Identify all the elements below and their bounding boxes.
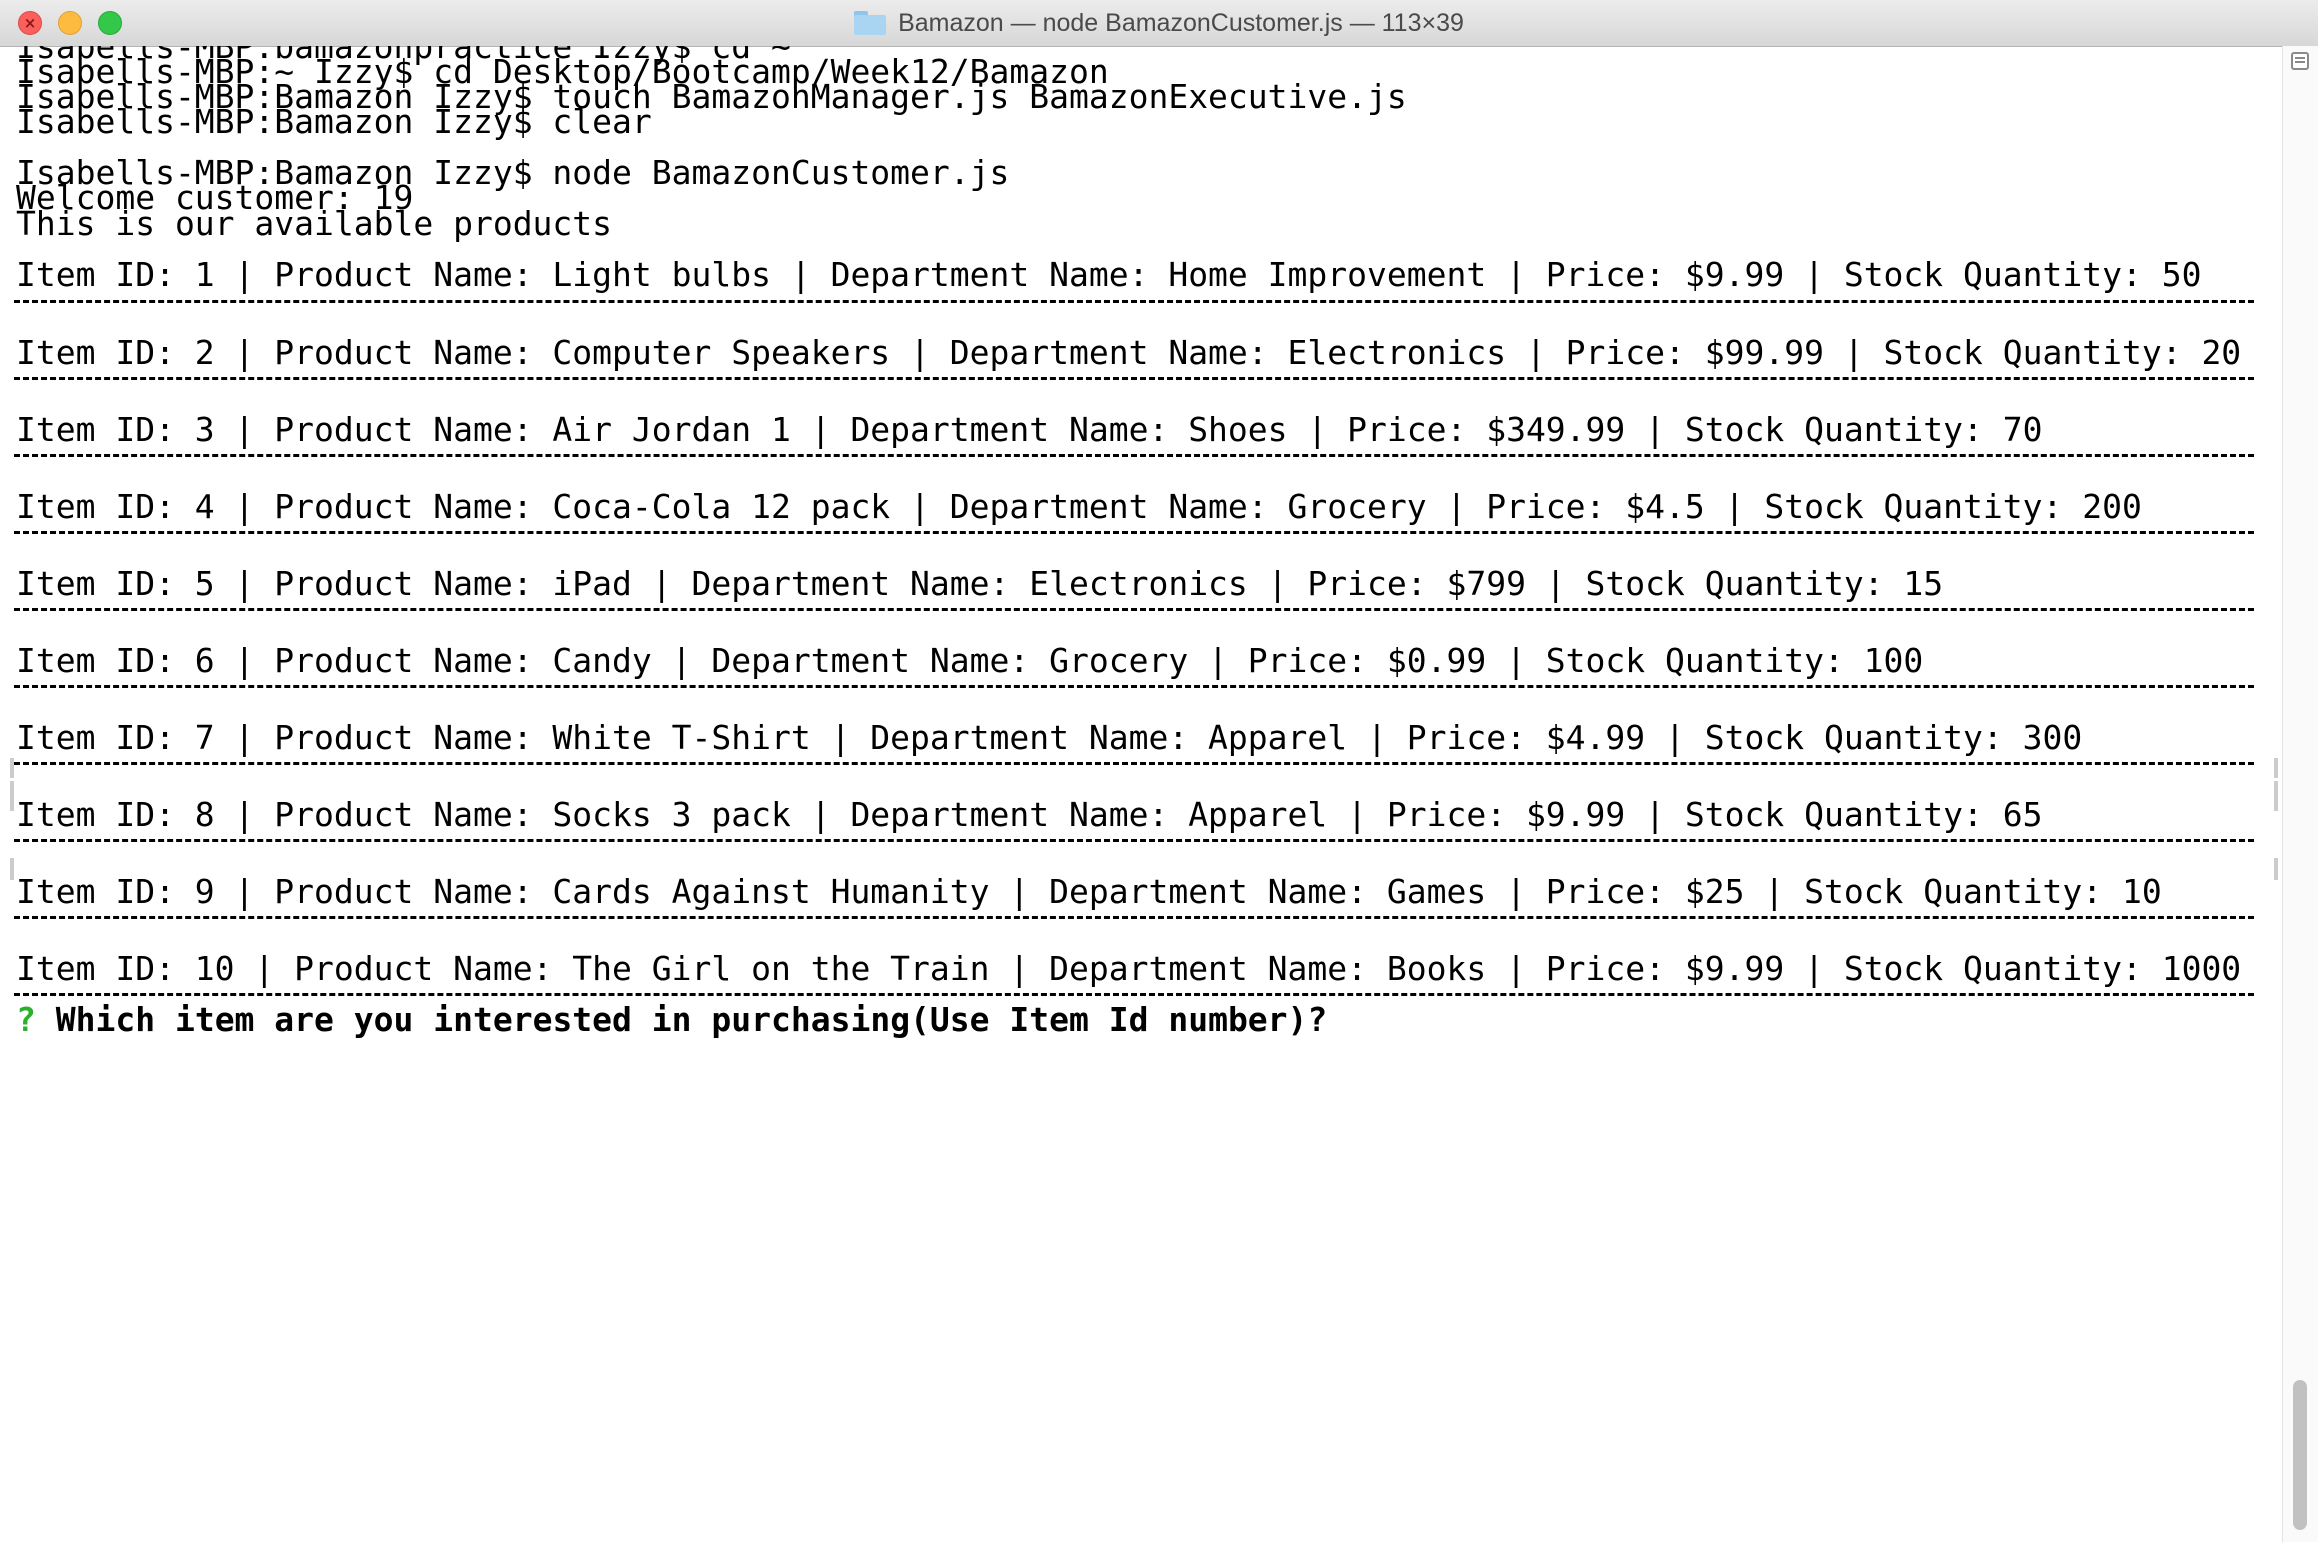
separator-line: [14, 531, 2254, 534]
history-line: This is our available products: [16, 204, 613, 243]
product-row: Item ID: 3 | Product Name: Air Jordan 1 …: [16, 410, 2043, 449]
purchase-prompt[interactable]: ? Which item are you interested in purch…: [16, 1001, 1327, 1039]
product-row: Item ID: 5 | Product Name: iPad | Depart…: [16, 564, 1944, 603]
scrollbar-thumb[interactable]: [2293, 1380, 2307, 1530]
history-line: Isabells-MBP:Bamazon Izzy$ clear: [16, 102, 652, 141]
separator-line: [14, 839, 2254, 842]
separator-line: [14, 762, 2254, 765]
marks-icon[interactable]: [2291, 52, 2309, 70]
prompt-mark: ?: [16, 1000, 36, 1039]
selection-marker: [2274, 758, 2278, 778]
selection-marker: [2274, 858, 2278, 880]
selection-marker: [10, 758, 14, 778]
separator-line: [14, 608, 2254, 611]
selection-marker: [2274, 781, 2278, 811]
scrollbar[interactable]: [2282, 46, 2318, 1542]
separator-line: [14, 993, 2254, 996]
terminal-window: × Bamazon — node BamazonCustomer.js — 11…: [0, 0, 2318, 1542]
selection-marker: [10, 781, 14, 811]
folder-icon: [854, 11, 887, 35]
product-row: Item ID: 8 | Product Name: Socks 3 pack …: [16, 795, 2043, 834]
product-row: Item ID: 6 | Product Name: Candy | Depar…: [16, 641, 1924, 680]
selection-marker: [10, 858, 14, 880]
separator-line: [14, 685, 2254, 688]
terminal-output[interactable]: Isabells-MBP:bamazonpractice Izzy$ cd ~ …: [0, 46, 2282, 1542]
separator-line: [14, 300, 2254, 303]
separator-line: [14, 916, 2254, 919]
product-row: Item ID: 2 | Product Name: Computer Spea…: [16, 333, 2242, 372]
prompt-question: Which item are you interested in purchas…: [55, 1000, 1328, 1039]
product-row: Item ID: 10 | Product Name: The Girl on …: [16, 949, 2242, 988]
product-row: Item ID: 9 | Product Name: Cards Against…: [16, 872, 2162, 911]
product-row: Item ID: 1 | Product Name: Light bulbs |…: [16, 255, 2202, 294]
title-bar[interactable]: × Bamazon — node BamazonCustomer.js — 11…: [0, 0, 2318, 47]
window-title-area: Bamazon — node BamazonCustomer.js — 113×…: [0, 0, 2318, 46]
separator-line: [14, 377, 2254, 380]
product-row: Item ID: 7 | Product Name: White T-Shirt…: [16, 718, 2083, 757]
product-row: Item ID: 4 | Product Name: Coca-Cola 12 …: [16, 487, 2142, 526]
window-title: Bamazon — node BamazonCustomer.js — 113×…: [898, 8, 1464, 37]
separator-line: [14, 454, 2254, 457]
